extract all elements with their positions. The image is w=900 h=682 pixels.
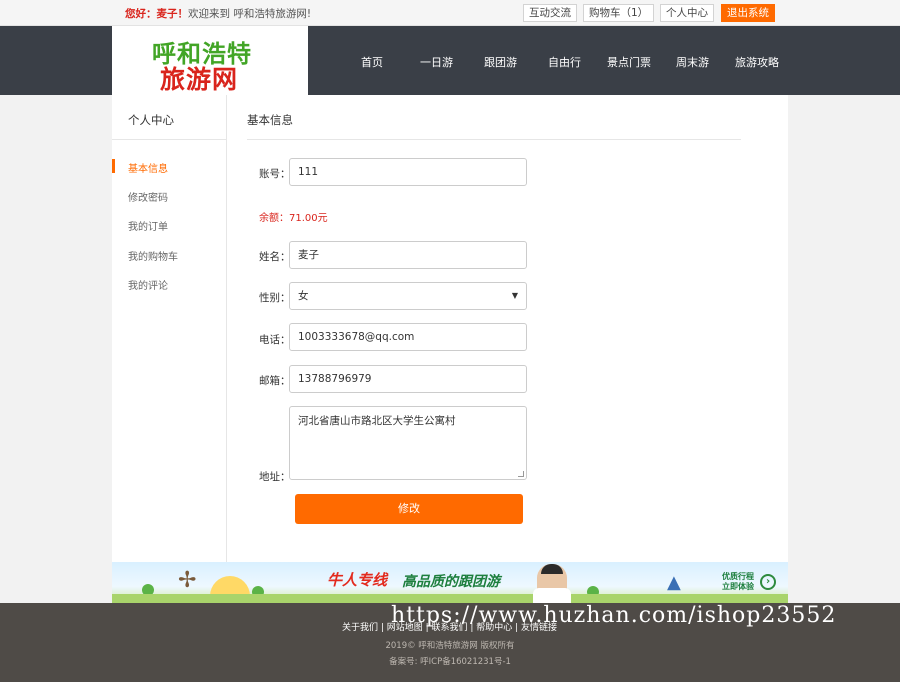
banner-side-text: 优质行程 立即体验 [722, 572, 754, 592]
footer-icp: 备案号: 呼ICP备16021231号-1 [389, 657, 511, 667]
gender-label: 性别： [259, 292, 291, 304]
account-field[interactable]: 111 [289, 158, 527, 186]
phone-field[interactable]: 1003333678@qq.com [289, 323, 527, 351]
promo-banner[interactable]: ✢ 牛人专线 高品质的跟团游 ▲ 优质行程 立即体验 › [112, 562, 788, 603]
banner-ground [112, 594, 788, 603]
nav-home[interactable]: 首页 [361, 54, 383, 70]
active-indicator [112, 159, 115, 173]
nav-group-tour[interactable]: 跟团游 [484, 54, 517, 70]
phone-label: 电话： [259, 334, 291, 346]
sidebar-title: 个人中心 [128, 113, 174, 127]
header: 呼和浩特 旅游网 首页 一日游 跟团游 自由行 景点门票 周末游 旅游攻略 [0, 26, 900, 95]
interaction-button[interactable]: 互动交流 [523, 4, 577, 22]
site-logo[interactable]: 呼和浩特 旅游网 [112, 26, 308, 95]
nav-tickets[interactable]: 景点门票 [607, 54, 651, 70]
address-value: 河北省唐山市路北区大学生公寓村 [298, 415, 456, 427]
banner-slogan-red: 牛人专线 [327, 571, 388, 589]
sidebar-item-comments[interactable]: 我的评论 [128, 277, 168, 292]
tower-icon: ▲ [667, 572, 681, 593]
dropdown-arrow-icon: ▼ [511, 291, 518, 300]
address-label: 地址： [259, 471, 291, 483]
windmill-icon: ✢ [178, 568, 197, 593]
banner-person-image [533, 564, 571, 603]
resize-handle-icon[interactable] [518, 471, 524, 477]
gender-value: 女 [298, 290, 309, 302]
cart-button[interactable]: 购物车（1） [583, 4, 655, 22]
email-field[interactable]: 13788796979 [289, 365, 527, 393]
name-label: 姓名： [259, 251, 291, 263]
main-panel: 个人中心 基本信息 修改密码 我的订单 我的购物车 我的评论 基本信息 账号： … [112, 95, 788, 562]
banner-side-line2: 立即体验 [722, 582, 754, 591]
nav-weekend[interactable]: 周末游 [676, 54, 709, 70]
nav-guides[interactable]: 旅游攻略 [735, 54, 779, 70]
submit-button[interactable]: 修改 [295, 494, 523, 524]
logo-line2: 旅游网 [160, 65, 239, 94]
greeting-user: 您好：麦子！ [125, 8, 188, 20]
top-bar: 您好：麦子！欢迎来到 呼和浩特旅游网! 互动交流 购物车（1） 个人中心 退出系… [0, 0, 900, 26]
address-textarea[interactable]: 河北省唐山市路北区大学生公寓村 [289, 406, 527, 480]
sidebar-item-basic-info[interactable]: 基本信息 [128, 160, 168, 175]
balance-text: 余额：71.00元 [259, 213, 328, 224]
account-label: 账号： [259, 168, 291, 180]
watermark-text: https://www.huzhan.com/ishop23552 [391, 603, 837, 628]
title-divider [247, 139, 741, 140]
banner-slogan-green: 高品质的跟团游 [402, 574, 500, 590]
sidebar-item-orders[interactable]: 我的订单 [128, 218, 168, 233]
nav-day-tour[interactable]: 一日游 [420, 54, 453, 70]
sidebar: 个人中心 基本信息 修改密码 我的订单 我的购物车 我的评论 [112, 95, 227, 562]
greeting: 您好：麦子！欢迎来到 呼和浩特旅游网! [125, 6, 311, 21]
logout-button[interactable]: 退出系统 [721, 4, 775, 22]
banner-side-line1: 优质行程 [722, 572, 754, 581]
sidebar-item-cart[interactable]: 我的购物车 [128, 248, 178, 263]
nav-free-travel[interactable]: 自由行 [548, 54, 581, 70]
sidebar-divider [112, 139, 226, 140]
page-title: 基本信息 [247, 113, 293, 127]
sidebar-item-change-password[interactable]: 修改密码 [128, 189, 168, 204]
arrow-right-icon[interactable]: › [760, 574, 776, 590]
personal-center-button[interactable]: 个人中心 [660, 4, 714, 22]
welcome-text: 欢迎来到 呼和浩特旅游网! [188, 8, 312, 20]
name-field[interactable]: 麦子 [289, 241, 527, 269]
footer-copyright: 2019© 呼和浩特旅游网 版权所有 [385, 641, 515, 651]
email-label: 邮箱： [259, 375, 291, 387]
gender-select[interactable]: 女 ▼ [289, 282, 527, 310]
